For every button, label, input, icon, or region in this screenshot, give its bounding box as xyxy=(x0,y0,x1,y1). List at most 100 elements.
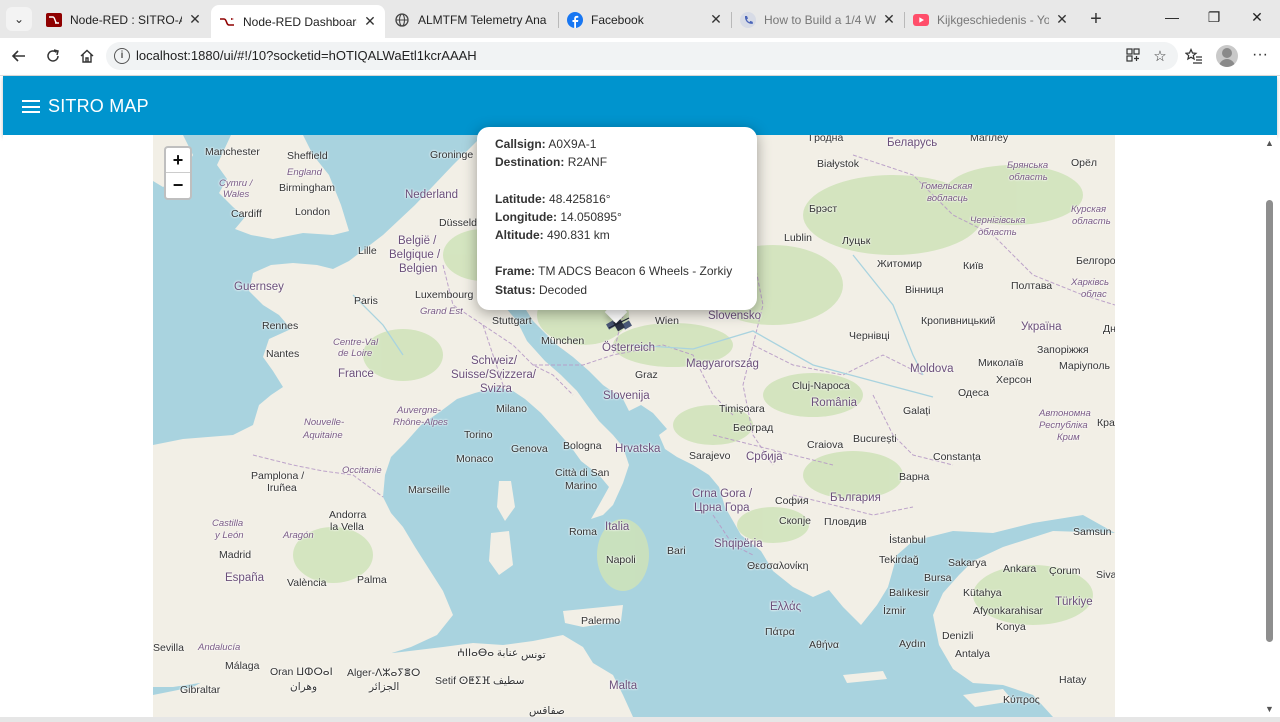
map-label: وهران xyxy=(290,681,318,693)
map-label: Wales xyxy=(223,189,250,200)
new-tab-plus-icon[interactable]: + xyxy=(1086,8,1106,31)
hamburger-menu-icon[interactable] xyxy=(22,100,40,113)
tab-node-red-editor[interactable]: Node-RED : SITRO-AIS T ✕ xyxy=(38,5,210,34)
profile-avatar[interactable] xyxy=(1216,45,1238,67)
map-label: Groninge xyxy=(430,149,474,161)
tab-node-red-dashboard[interactable]: Node-RED Dashboard ✕ xyxy=(211,5,385,38)
app-available-icon[interactable] xyxy=(1124,47,1142,65)
map-label: Monaco xyxy=(456,453,494,465)
map-label: France xyxy=(338,368,374,380)
popup-latitude-row: Latitude: 48.425816° xyxy=(495,190,739,208)
map-label: de Loire xyxy=(338,348,373,359)
site-info-icon[interactable]: i xyxy=(114,48,130,64)
map-label: Полтава xyxy=(1011,280,1053,292)
tab-quarter-wave[interactable]: How to Build a 1/4 Wav ✕ xyxy=(732,5,904,34)
map-label: Rhône-Alpes xyxy=(393,417,448,428)
popup-label: Latitude: xyxy=(495,191,546,206)
map-label: Österreich xyxy=(602,342,656,354)
map-label: Italia xyxy=(605,521,630,533)
map-label: Hatay xyxy=(1059,674,1087,686)
map-label: Πάτρα xyxy=(765,626,795,638)
map-label: Milano xyxy=(496,403,527,415)
map-label: Nederland xyxy=(405,189,459,201)
map-label: Paris xyxy=(354,295,378,307)
map-label: Palma xyxy=(357,574,387,586)
map-label: Luxembourg xyxy=(415,289,474,301)
close-icon[interactable]: ✕ xyxy=(709,11,723,28)
scroll-down-arrow-icon[interactable]: ▼ xyxy=(1265,704,1274,714)
map-label: Afyonkarahisar xyxy=(973,605,1044,617)
tab-title: Node-RED : SITRO-AIS T xyxy=(70,12,182,27)
minimize-icon[interactable]: — xyxy=(1162,9,1182,25)
map-label: Пловдив xyxy=(824,516,867,528)
tab-youtube-history[interactable]: Kijkgeschiedenis - YouT ✕ xyxy=(905,5,1077,34)
map-label: ⵄⵏⵏⴰⴱⴰ عنابة xyxy=(457,647,519,659)
map-label: London xyxy=(295,206,331,218)
map-label: Nantes xyxy=(266,348,300,360)
popup-label: Frame: xyxy=(495,264,536,279)
popup-status-row: Status: Decoded xyxy=(495,281,739,299)
map-label: Sheffield xyxy=(287,150,328,162)
popup-frame-row: Frame: TM ADCS Beacon 6 Wheels - Zorkiy xyxy=(495,262,739,280)
close-icon[interactable]: ✕ xyxy=(363,13,377,30)
map-label: Lublin xyxy=(784,232,813,244)
reload-icon[interactable] xyxy=(43,46,63,66)
map-label: België / xyxy=(398,235,437,247)
map-label: Ελλάς xyxy=(770,601,802,613)
tab-facebook[interactable]: Facebook ✕ xyxy=(559,5,731,34)
more-options-icon[interactable]: ··· xyxy=(1252,46,1268,64)
map-label: Antalya xyxy=(955,648,991,660)
favorites-list-icon[interactable] xyxy=(1184,46,1204,66)
map-label: Tekirdağ xyxy=(879,554,919,566)
map-label: Београд xyxy=(733,422,774,434)
scrollbar-thumb[interactable] xyxy=(1266,200,1273,642)
popup-destination-row: Destination: R2ANF xyxy=(495,153,739,171)
favorite-star-icon[interactable]: ☆ xyxy=(1151,47,1169,65)
map-label: Samsun xyxy=(1073,526,1112,538)
map-label: Belgien xyxy=(399,263,438,275)
back-arrow-icon[interactable] xyxy=(9,46,29,66)
map-label: Варна xyxy=(899,471,930,483)
map-label: Cluj-Napoca xyxy=(792,380,850,392)
map-label: Чернігівська xyxy=(970,215,1026,226)
map-label: Gibraltar xyxy=(180,684,221,696)
map-label: Guernsey xyxy=(234,281,284,293)
map-label: Гомельская xyxy=(921,181,973,192)
map-label: Aydın xyxy=(899,638,926,650)
zoom-out-button[interactable]: − xyxy=(166,173,190,198)
map-label: Sakarya xyxy=(948,557,987,569)
map-label: Centre-Val xyxy=(333,337,379,348)
popup-label: Destination: xyxy=(495,155,565,170)
map-label: Sarajevo xyxy=(689,450,731,462)
address-bar[interactable]: i localhost:1880/ui/#!/10?socketid=hOTIQ… xyxy=(106,42,1178,70)
map-label: Andalucía xyxy=(198,642,241,653)
window-bottom-edge xyxy=(0,717,1280,722)
map-label: Aragón xyxy=(283,530,314,541)
map-label: Орёл xyxy=(1071,157,1097,169)
close-icon[interactable]: ✕ xyxy=(188,11,202,28)
map-label: София xyxy=(775,495,809,507)
map-label: Suisse/Svizzera/ xyxy=(451,369,537,381)
tab-telemetry-analyzer[interactable]: ALMTFM Telemetry Ana xyxy=(386,5,558,34)
map-label: Θεσσαλονίκη xyxy=(747,560,809,572)
zoom-in-button[interactable]: + xyxy=(166,148,190,173)
scroll-up-arrow-icon[interactable]: ▲ xyxy=(1265,138,1274,148)
map-label: Occitanie xyxy=(342,465,382,476)
maximize-icon[interactable]: ❐ xyxy=(1204,9,1224,26)
map-label: la Vella xyxy=(330,521,364,533)
map-label: România xyxy=(811,397,858,409)
globe-icon xyxy=(394,12,410,28)
map-label: България xyxy=(830,492,881,504)
latitude-value: 48.425816° xyxy=(549,191,611,206)
tab-title: Node-RED Dashboard xyxy=(243,14,357,29)
home-icon[interactable] xyxy=(77,46,97,66)
tab-title: ALMTFM Telemetry Ana xyxy=(418,12,547,27)
tab-search-chevron-down-icon[interactable]: ⌄ xyxy=(6,7,32,31)
map-label: Херсон xyxy=(996,374,1032,386)
window-close-icon[interactable]: ✕ xyxy=(1247,9,1267,26)
close-icon[interactable]: ✕ xyxy=(1055,11,1069,28)
map-label: Slovenija xyxy=(603,390,650,402)
map-label: Oran ⵡⵀⵔⴰⵏ xyxy=(270,666,333,678)
close-icon[interactable]: ✕ xyxy=(882,11,896,28)
map-label: Manchester xyxy=(205,146,260,158)
